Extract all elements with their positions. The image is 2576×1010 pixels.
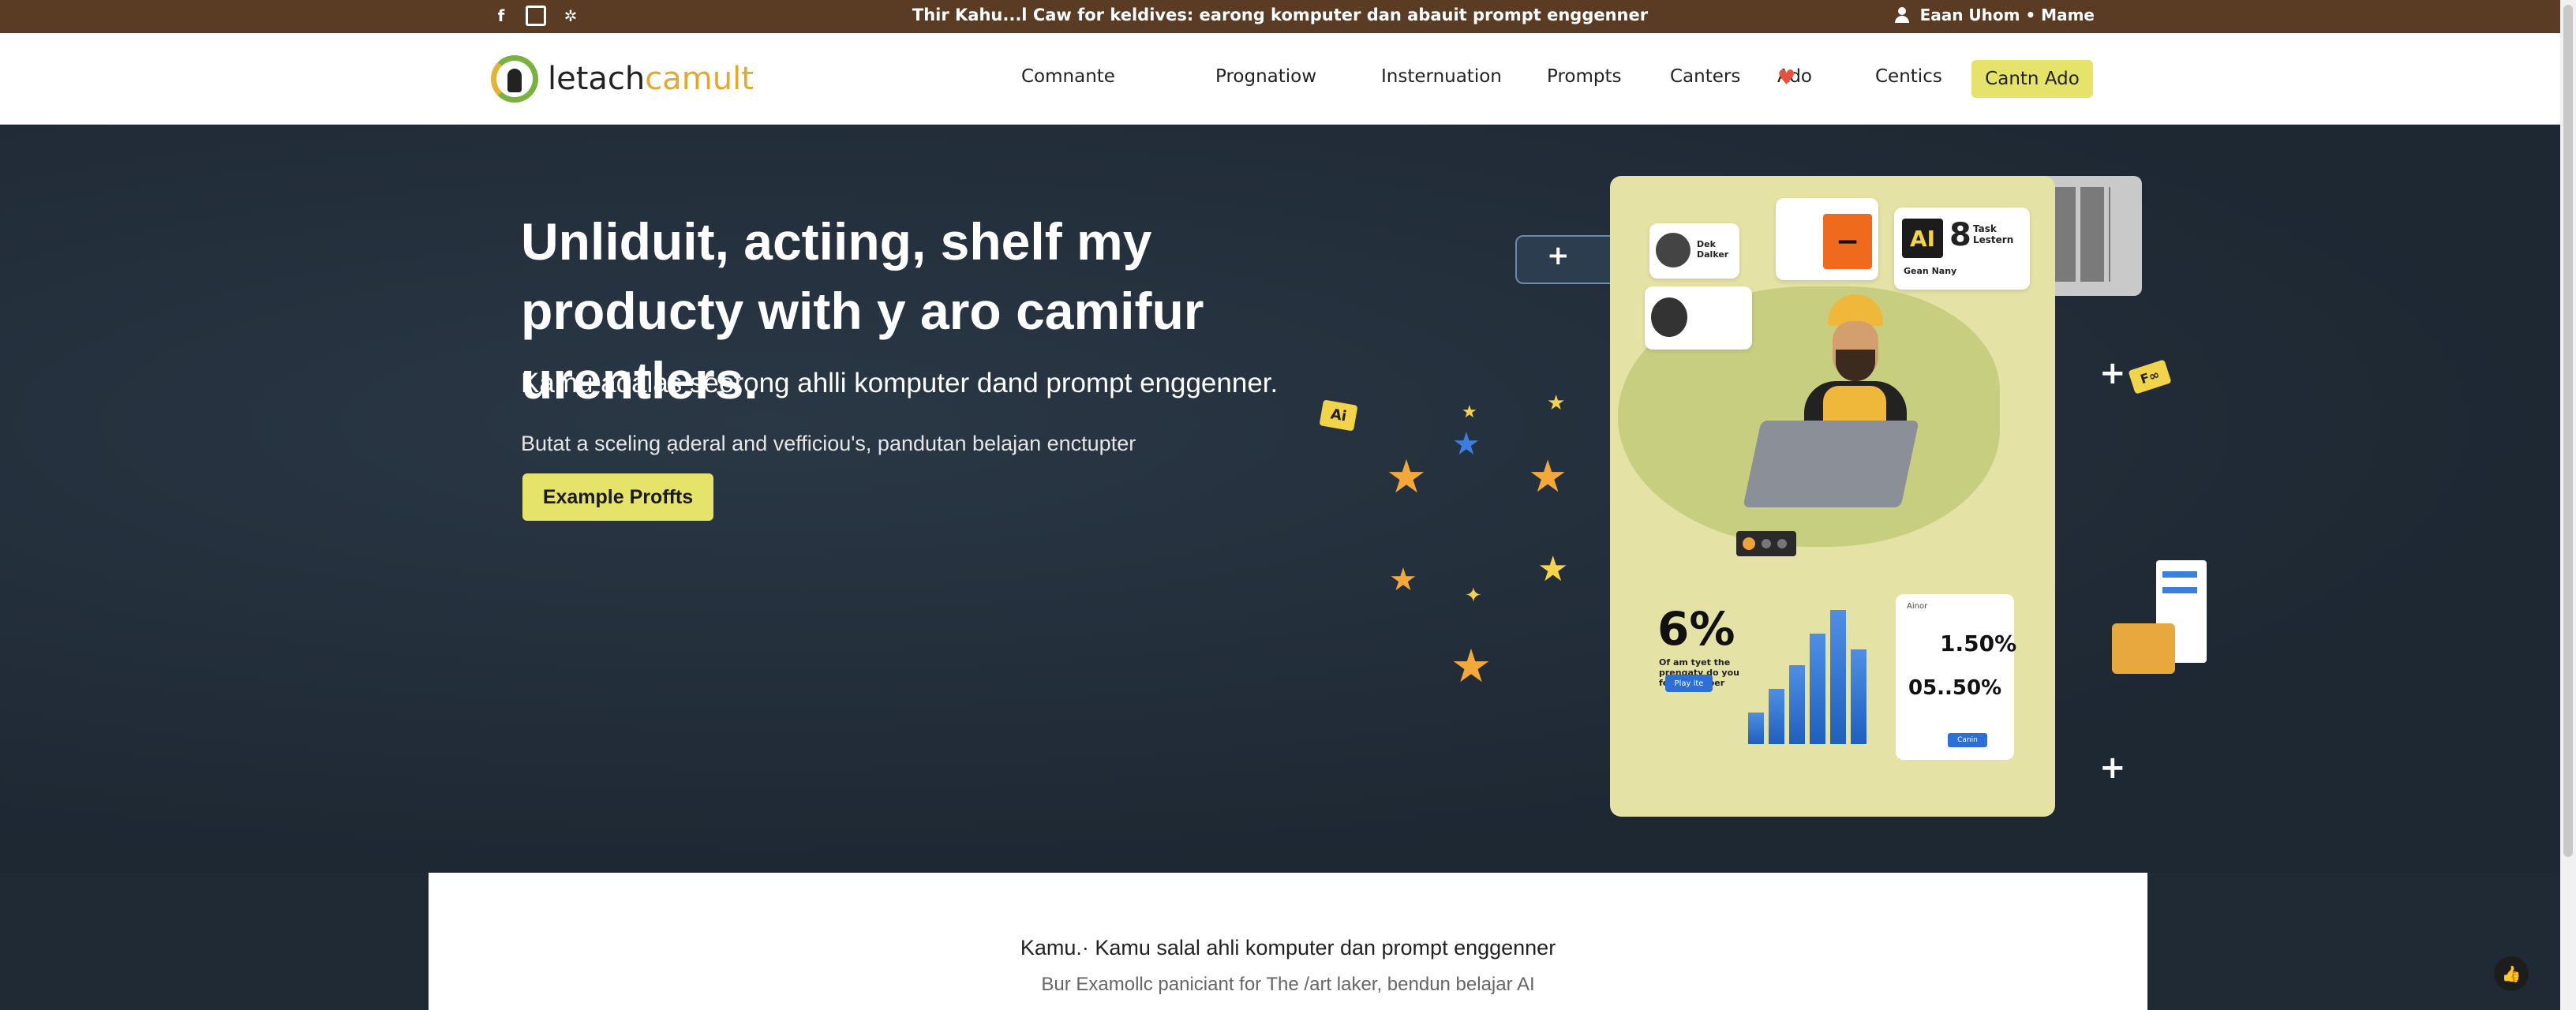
plus-icon: +	[1547, 240, 1570, 271]
hero-example-button[interactable]: Example Proffts	[522, 473, 713, 521]
user-icon	[1894, 7, 1909, 23]
nav-item-canters[interactable]: Canters	[1670, 66, 1740, 87]
profile-mini-card: Dek Dalker	[1649, 223, 1739, 279]
star-icon: ★	[1452, 426, 1481, 462]
user-name: Eaan Uhom • Mame	[1919, 6, 2095, 24]
nav-cta-button[interactable]: Cantn Ado	[1971, 60, 2093, 98]
ai-tag: Ai	[1319, 399, 1358, 432]
heart-icon: ♥	[1777, 66, 1796, 90]
plus-icon: +	[2099, 750, 2126, 786]
star-icon: ★	[1386, 450, 1427, 503]
card-button[interactable]: Canin	[1948, 733, 1987, 747]
intro-subtitle: Bur Examollc paniciant for The /art lake…	[1041, 974, 1535, 995]
profile-mini-card-2	[1645, 286, 1752, 350]
star-icon: ✦	[1465, 584, 1482, 608]
star-icon: ★	[1537, 549, 1569, 589]
main-navigation: letachcamult Comnante Prognatiow Instern…	[0, 33, 2560, 125]
bar-graph-icon	[1748, 586, 1882, 744]
nav-item-prompts[interactable]: Prompts	[1547, 66, 1622, 87]
star-icon: ★	[1528, 451, 1568, 503]
nav-item-prognatiow[interactable]: Prognatiow	[1215, 66, 1316, 87]
stat-percentage: 6%	[1657, 602, 1735, 656]
star-icon: ★	[1451, 639, 1492, 693]
intro-section: Kamu.· Kamu salal ahli komputer dan prom…	[429, 873, 2147, 1010]
nav-item-insternuation[interactable]: Insternuation	[1381, 66, 1502, 87]
user-account-link[interactable]: Eaan Uhom • Mame	[1894, 6, 2095, 24]
site-logo[interactable]: letachcamult	[491, 55, 754, 103]
nav-item-centics[interactable]: Centics	[1875, 66, 1942, 87]
hero-description: Butat a sceling ạderal and vefficiou's, …	[521, 432, 1136, 455]
intro-title: Kamu.· Kamu salal ahli komputer dan prom…	[1020, 936, 1556, 960]
logo-icon	[491, 55, 538, 103]
control-mini-card: −	[1776, 198, 1878, 280]
task-mini-card: AI 8 Task Lestern Gean Nany	[1894, 208, 2030, 290]
scrollbar[interactable]	[2560, 0, 2576, 1010]
thumbs-up-icon[interactable]: 👍	[2494, 956, 2529, 991]
hero-subtitle: Kamu adalas seorong ahlli komputer dand …	[521, 368, 1279, 398]
top-announcement-bar: f ✲ Thir Kahu...l Caw for keldives: earo…	[0, 0, 2560, 33]
star-icon: ★	[1462, 402, 1477, 422]
nav-item-comnante[interactable]: Comnante	[1021, 66, 1115, 87]
dashboard-card: Dek Dalker − AI 8 Task Lestern Gean Nany	[1610, 176, 2055, 817]
avatar	[1651, 297, 1687, 337]
avatar	[1656, 233, 1690, 267]
star-icon: ★	[1547, 391, 1566, 415]
logo-text: letachcamult	[548, 61, 754, 97]
plus-icon: +	[2099, 355, 2126, 391]
laptop-icon	[1743, 421, 1919, 507]
carousel-dots	[1736, 531, 1796, 556]
metric-card: Ainor 1.50% 05..50% Canin	[1896, 594, 2016, 760]
hero-illustration: + Ai F∞ ★ ★ ★ ★ ★ ★ ★ ★ ✦ + + ✦ Dek Dalk…	[1310, 158, 2226, 836]
ai-icon: AI	[1902, 219, 1943, 258]
minus-icon: −	[1823, 214, 1872, 269]
right-tag: F∞	[2128, 359, 2172, 395]
coins-document-icon	[2112, 560, 2215, 679]
play-button[interactable]: Play ite	[1665, 675, 1713, 692]
announcement-text: Thir Kahu...l Caw for keldives: earong k…	[912, 6, 1649, 24]
star-icon: ★	[1389, 562, 1417, 598]
